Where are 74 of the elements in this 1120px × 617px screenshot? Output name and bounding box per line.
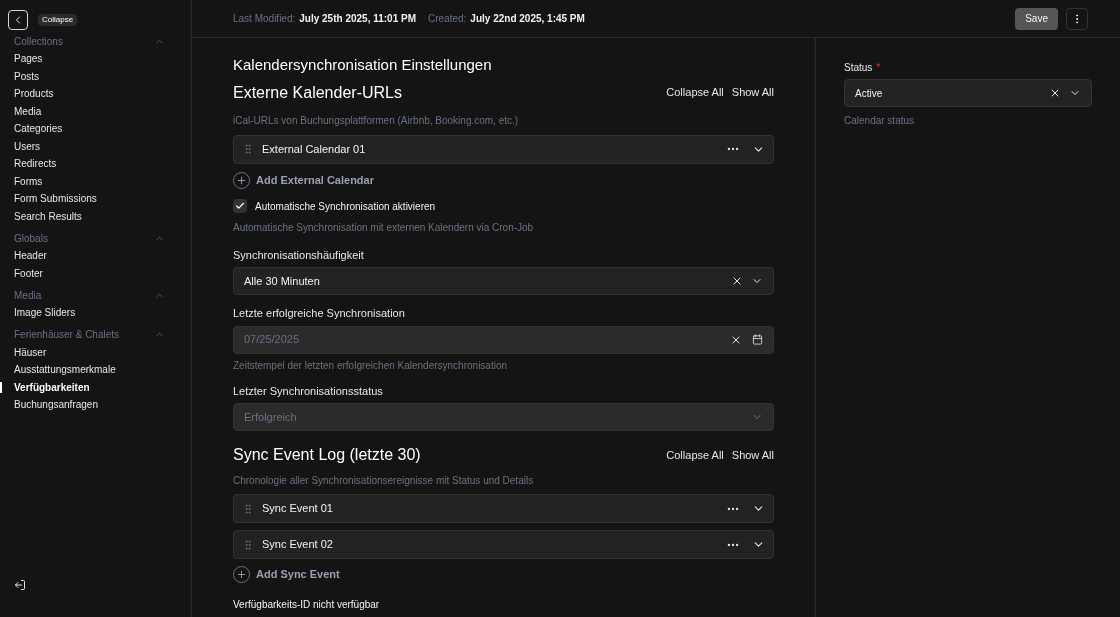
field-value: 07/25/2025 <box>244 332 300 348</box>
nav-item[interactable]: Search Results <box>14 208 82 224</box>
nav-item[interactable]: Categories <box>14 121 63 137</box>
section-heading: Externe Kalender-URLs <box>233 82 402 103</box>
group-label: Ferienhäuser & Chalets <box>14 328 120 342</box>
drag-handle-icon[interactable] <box>242 538 254 551</box>
checkbox-label: Automatische Synchronisation aktivieren <box>255 199 436 214</box>
meta-label: Created: <box>428 12 467 26</box>
group-header[interactable]: Media <box>14 286 177 304</box>
checkbox-description: Automatische Synchronisation mit externen Kalendern via Cron-Job <box>233 220 535 235</box>
nav-item[interactable]: Users <box>14 138 41 154</box>
section-description: Chronologie aller Synchronisationsereignisse mit Status und Details <box>233 474 535 488</box>
checkbox[interactable] <box>233 199 247 213</box>
nav-item[interactable]: Redirects <box>14 156 57 172</box>
row-label: External Calendar 01 <box>262 141 366 157</box>
show-all-button[interactable]: Show All <box>731 84 774 101</box>
row-label: Sync Event 02 <box>262 537 333 553</box>
meta-value: July 25th 2025, 11:01 PM <box>299 12 416 26</box>
nav-item[interactable]: Image Sliders <box>14 305 76 321</box>
select-field[interactable]: Alle 30 Minuten <box>233 267 774 295</box>
save-button[interactable]: Save <box>1015 7 1058 30</box>
array-row[interactable]: External Calendar 01 <box>233 134 774 164</box>
nav-item[interactable]: Products <box>14 86 54 102</box>
nav-item[interactable]: Forms <box>14 173 43 189</box>
field-label: Synchronisationshäufigkeit <box>233 247 365 263</box>
group-label: Media <box>14 288 42 303</box>
show-all-button[interactable]: Show All <box>731 446 774 464</box>
status-select[interactable]: Active <box>844 79 1092 107</box>
field-value: Alle 30 Minuten <box>244 273 320 289</box>
active-indicator <box>0 381 2 393</box>
field-description: Zeitstempel der letzten erfolgreichen Kalendersynchronisation <box>233 358 509 373</box>
nav-item[interactable]: Häuser <box>14 344 47 360</box>
collapse-all-button[interactable]: Collapse All <box>666 84 724 101</box>
clear-icon[interactable] <box>1049 87 1061 99</box>
add-row-button[interactable]: Add External Calendar <box>233 171 374 189</box>
nav-item[interactable]: Buchungsanfragen <box>14 397 98 413</box>
group-header[interactable]: Collections <box>14 32 177 50</box>
clear-icon[interactable] <box>731 275 743 287</box>
meta-label: Last Modified: <box>233 12 296 26</box>
nav-item[interactable]: Footer <box>14 265 43 281</box>
drag-handle-icon[interactable] <box>242 502 254 515</box>
nav-item[interactable]: Header <box>14 248 47 264</box>
drag-handle-icon[interactable] <box>242 143 254 155</box>
section-description: iCal-URLs von Buchungsplattformen (Airbnb, Booking.com, etc.) <box>233 113 520 128</box>
nav-item[interactable]: Posts <box>14 68 39 84</box>
collapse-button[interactable] <box>8 10 28 30</box>
group-header[interactable]: Globals <box>14 229 177 247</box>
group-header[interactable]: Ferienhäuser & Chalets <box>14 325 177 344</box>
logout-icon[interactable] <box>14 579 26 591</box>
field-label: Letzter Synchronisationsstatus <box>233 383 384 399</box>
field-description: Calendar status <box>844 114 916 128</box>
meta-value: July 22nd 2025, 1:45 PM <box>470 12 585 26</box>
check-icon <box>235 201 245 211</box>
field-label: Letzte erfolgreiche Synchronisation <box>233 306 406 321</box>
collapse-all-button[interactable]: Collapse All <box>666 446 724 464</box>
section-heading: Sync Event Log (letzte 30) <box>233 445 421 465</box>
page-title: Kalendersynchronisation Einstellungen <box>233 55 493 75</box>
nav-item[interactable]: Media <box>14 103 42 119</box>
field-value: Active <box>855 86 883 101</box>
array-row[interactable]: Sync Event 01 <box>233 494 774 523</box>
nav-item[interactable]: Pages <box>14 51 43 67</box>
nav-item[interactable]: Verfügbarkeiten <box>14 379 90 395</box>
field-value: Erfolgreich <box>244 409 297 425</box>
tooltip: Collapse <box>38 14 78 26</box>
nav-item[interactable]: Ausstattungsmerkmale <box>14 362 116 378</box>
note-text: Verfügbarkeits-ID nicht verfügbar <box>233 598 381 612</box>
nav-item[interactable]: Form Submissions <box>14 191 97 207</box>
required-mark: * <box>876 61 881 75</box>
array-row[interactable]: Sync Event 02 <box>233 530 774 559</box>
add-row-button[interactable]: Add Sync Event <box>233 566 340 583</box>
field-label: Status <box>844 61 873 75</box>
row-label: Sync Event 01 <box>262 501 333 517</box>
group-label: Collections <box>14 34 63 49</box>
group-label: Globals <box>14 231 48 246</box>
